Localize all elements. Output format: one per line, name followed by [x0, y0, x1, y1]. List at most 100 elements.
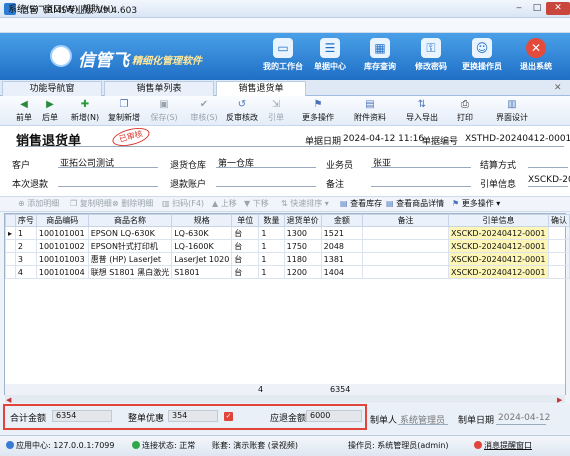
- account-set-status: 账套: 演示账套 (录视频): [212, 441, 299, 450]
- arrow-left-icon: ◀: [20, 99, 28, 110]
- account-label: 退款账户: [170, 180, 207, 190]
- maximize-button[interactable]: □: [528, 2, 546, 15]
- delete-row-button[interactable]: ⊗ 删除明细: [112, 198, 153, 209]
- quick-sort-button[interactable]: ⇅ 快速排序 ▾: [281, 198, 329, 209]
- nav-switch-operator-button[interactable]: ☺ 更换操作员: [451, 36, 513, 78]
- ref-doc-button[interactable]: ⇲ 引单: [263, 98, 289, 123]
- nav-exit-button[interactable]: ✕ 退出系统: [505, 36, 567, 78]
- tab-nav-window[interactable]: 功能导航窗: [2, 81, 102, 96]
- maker-label: 制单人: [370, 416, 398, 426]
- close-tab-icon[interactable]: ✕: [554, 83, 562, 93]
- date-field[interactable]: 2024-04-12 11:16: [343, 134, 424, 144]
- delete-row-icon: ⊗: [112, 199, 119, 208]
- brand-name: 信管飞: [78, 51, 129, 71]
- menu-bar: [0, 18, 570, 33]
- close-window-button[interactable]: ✕: [546, 2, 570, 15]
- scan-button[interactable]: ▥ 扫码(F4): [162, 198, 204, 209]
- menu-system[interactable]: 系统(S): [8, 2, 39, 15]
- col-confirm[interactable]: 确认: [547, 214, 570, 227]
- copy-new-button[interactable]: ❐ 复制新增: [104, 98, 144, 123]
- table-summary-row: [5, 384, 565, 395]
- col-code[interactable]: 商品编码: [35, 214, 89, 227]
- make-date-field[interactable]: 2024-04-12: [498, 413, 550, 423]
- design-icon: ▥: [507, 99, 517, 110]
- refund-label: 本次退款: [12, 180, 49, 190]
- lock-icon: ⚿: [421, 38, 441, 58]
- doc-no-field[interactable]: XSTHD-20240412-0001: [465, 134, 570, 144]
- sum-qty: 4: [258, 385, 264, 394]
- move-up-button[interactable]: ▲ 上移: [212, 198, 237, 209]
- more-actions-button[interactable]: ⚑ 更多操作: [297, 98, 339, 123]
- message-window-link[interactable]: 消息提醒窗口: [474, 440, 532, 451]
- scroll-left-icon[interactable]: ◀: [6, 396, 11, 404]
- arrow-right-icon: ▶: [46, 99, 54, 110]
- col-unit[interactable]: 单位: [231, 214, 260, 227]
- more-icon: ⚑: [313, 99, 323, 110]
- tab-sales-return[interactable]: 销售退货单: [216, 81, 306, 96]
- document-list-icon: ☰: [320, 38, 340, 58]
- col-name[interactable]: 商品名称: [87, 214, 173, 227]
- make-date-label: 制单日期: [458, 416, 495, 426]
- view-product-detail-button[interactable]: ▤ 查看商品详情: [386, 198, 444, 209]
- title-divider: [16, 146, 564, 147]
- import-doc-icon: ⇲: [271, 99, 281, 110]
- add-row-button[interactable]: ⊕ 添加明细: [18, 198, 59, 209]
- approve-button[interactable]: ✔ 审核(S): [186, 98, 222, 123]
- sum-amount: 6354: [330, 385, 351, 394]
- ref-info-field[interactable]: XSCKD-20: [528, 175, 570, 185]
- layout-design-button[interactable]: ▥ 界面设计: [490, 98, 534, 123]
- make-date-underline: [496, 424, 546, 425]
- table-row[interactable]: 2 100101002 EPSON针式打印机 LQ-1600K 台 1 1750 2048 XS…: [5, 239, 570, 253]
- menu-help[interactable]: 帮助(H): [82, 2, 114, 15]
- warehouse-underline: [216, 167, 316, 168]
- col-spec[interactable]: 规格: [171, 214, 233, 227]
- import-export-button[interactable]: ⇅ 导入导出: [402, 98, 442, 123]
- print-button[interactable]: ⎙ 打印: [452, 98, 478, 123]
- col-ref[interactable]: 引单信息: [448, 214, 549, 227]
- col-amount[interactable]: 金额: [320, 214, 364, 227]
- col-seq[interactable]: 序号: [14, 214, 37, 227]
- next-doc-button[interactable]: ▶ 后单: [38, 98, 62, 123]
- unapprove-button[interactable]: ↺ 反审核改: [222, 98, 262, 123]
- detail-more-button[interactable]: ⚑ 更多操作 ▾: [452, 198, 500, 209]
- table-row[interactable]: ▸ 1 100101001 EPSON LQ-630K LQ-630K 台 1 1300 15…: [5, 226, 570, 240]
- scroll-right-icon[interactable]: ▶: [557, 396, 562, 404]
- ref-info-underline: [528, 186, 568, 187]
- move-down-button[interactable]: ▼ 下移: [244, 198, 269, 209]
- save-button[interactable]: ▣ 保存(S): [146, 98, 182, 123]
- horizontal-scrollbar[interactable]: [5, 395, 565, 403]
- copy-icon: ❐: [119, 99, 129, 110]
- plus-icon: ✚: [80, 99, 90, 110]
- row-pointer-icon: ▸: [5, 226, 16, 240]
- new-button[interactable]: ✚ 新增(N): [66, 98, 104, 123]
- warehouse-label: 退货仓库: [170, 161, 207, 171]
- tab-sales-list[interactable]: 销售单列表: [104, 81, 214, 96]
- save-icon: ▣: [159, 99, 169, 110]
- barcode-icon: ▥: [162, 199, 170, 208]
- more-icon: ⚑: [452, 199, 460, 208]
- connection-ok-icon: [132, 441, 140, 449]
- col-qty[interactable]: 数量: [258, 214, 285, 227]
- copy-row-button[interactable]: ❐ 复制明细: [70, 198, 112, 209]
- stock-icon: ▤: [340, 199, 348, 208]
- attachments-button[interactable]: ▤ 附件资料: [350, 98, 390, 123]
- arrow-up-icon: ▲: [212, 199, 219, 208]
- account-underline: [216, 186, 316, 187]
- brand-logo-icon: [50, 45, 72, 67]
- totals-highlight-box: [3, 404, 367, 430]
- col-price[interactable]: 退货单价: [283, 214, 322, 227]
- operator-status: 操作员: 系统管理员(admin): [348, 441, 449, 450]
- table-row[interactable]: 4 100101004 联想 S1801 黑白激光 S1801 台 1 1200 1404 XS…: [5, 265, 570, 279]
- check-icon: ✔: [199, 99, 209, 110]
- view-stock-button[interactable]: ▤ 查看库存: [340, 198, 382, 209]
- menu-window[interactable]: 窗口(W): [44, 2, 78, 15]
- copy-row-icon: ❐: [70, 199, 78, 208]
- minimize-button[interactable]: ‒: [510, 2, 528, 15]
- prev-doc-button[interactable]: ◀ 前单: [12, 98, 36, 123]
- col-remark[interactable]: 备注: [362, 214, 450, 227]
- monitor-icon: ▭: [273, 38, 293, 58]
- customer-underline: [58, 167, 158, 168]
- arrow-down-icon: ▼: [244, 199, 251, 208]
- settle-label: 结算方式: [480, 161, 517, 171]
- table-row[interactable]: 3 100101003 惠普 (HP) LaserJet LaserJet 1020 台…: [5, 252, 570, 266]
